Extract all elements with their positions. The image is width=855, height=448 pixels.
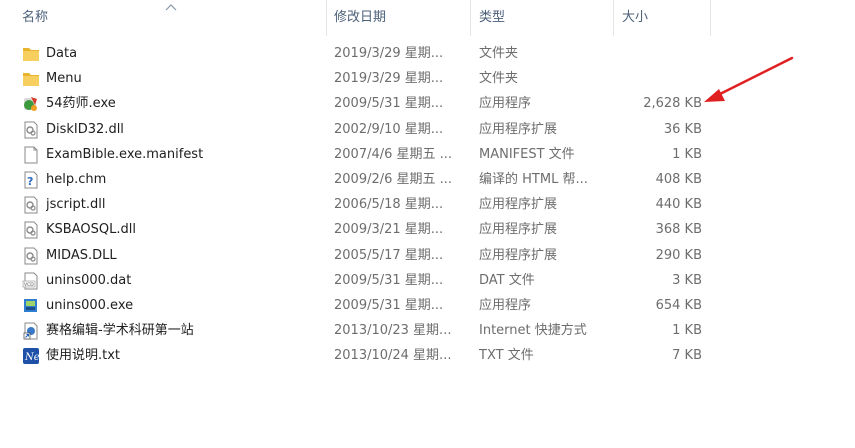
file-row[interactable]: Ne 使用说明.txt 2013/10/24 星期... TXT 文件 7 KB [0,343,855,368]
file-modified-date: 2009/2/6 星期五 ... [334,172,453,187]
file-modified-date: 2005/5/17 星期... [334,247,444,263]
file-modified-date: 2009/5/31 星期... [334,298,444,313]
svg-text:Ne: Ne [24,352,40,363]
column-divider[interactable] [710,0,711,36]
file-type: Internet 快捷方式 [479,323,587,339]
file-modified-date: 2009/5/31 星期... [334,272,444,288]
file-modified-date: 2013/10/23 星期... [334,323,452,339]
chm-help-icon: ? [22,171,40,189]
file-row[interactable]: DiskID32.dll 2002/9/10 星期... 应用程序扩展 36 KB [0,117,855,142]
file-row[interactable]: ? help.chm 2009/2/6 星期五 ... 编译的 HTML 帮... 40… [0,167,855,192]
file-name: Data [46,46,78,61]
dat-file-icon: VCD [22,272,40,290]
file-row[interactable]: ExamBible.exe.manifest 2007/4/6 星期五 ... MA… [0,142,855,167]
txt-notepad-icon: Ne [22,347,40,365]
file-size: 2,628 KB [643,96,702,112]
file-size: 3 KB [672,272,702,288]
folder-icon [22,45,40,63]
file-size: 440 KB [655,197,702,213]
column-divider[interactable] [470,0,471,36]
file-row[interactable]: Data 2019/3/29 星期... 文件夹 [0,41,855,66]
file-type: DAT 文件 [479,272,535,288]
column-header-name[interactable]: 名称 [22,0,48,36]
file-size: 7 KB [672,348,702,364]
file-type: 文件夹 [479,71,519,87]
file-modified-date: 2013/10/24 星期... [334,348,452,364]
file-name: MIDAS.DLL [46,247,117,263]
file-type: MANIFEST 文件 [479,146,575,162]
file-type: 应用程序扩展 [479,247,558,263]
file-row[interactable]: 赛格编辑-学术科研第一站 2013/10/23 星期... Internet 快捷方… [0,318,855,343]
blank-file-icon [22,146,40,164]
file-modified-date: 2002/9/10 星期... [334,121,444,137]
file-type: 应用程序 [479,96,532,112]
column-divider[interactable] [326,0,327,36]
file-size [615,66,702,91]
folder-icon [22,70,40,88]
file-modified-date: 2009/3/21 星期... [334,222,444,238]
file-name: jscript.dll [46,197,106,213]
file-name: KSBAOSQL.dll [46,222,136,238]
column-divider[interactable] [613,0,614,36]
file-row[interactable]: jscript.dll 2006/5/18 星期... 应用程序扩展 440 KB [0,192,855,217]
file-type: 文件夹 [479,46,519,61]
file-row[interactable]: KSBAOSQL.dll 2009/3/21 星期... 应用程序扩展 368 KB [0,217,855,242]
file-name: DiskID32.dll [46,121,124,137]
file-size [615,41,702,66]
file-row[interactable]: unins000.exe 2009/5/31 星期... 应用程序 654 KB [0,293,855,318]
sort-ascending-icon [165,4,177,11]
file-size: 290 KB [655,247,702,263]
dll-icon [22,221,40,239]
file-size: 1 KB [672,323,702,339]
file-modified-date: 2009/5/31 星期... [334,96,444,112]
file-name: help.chm [46,172,107,187]
file-type: TXT 文件 [479,348,534,364]
file-name: 使用说明.txt [46,348,121,364]
file-row[interactable]: MIDAS.DLL 2005/5/17 星期... 应用程序扩展 290 KB [0,243,855,268]
file-modified-date: 2007/4/6 星期五 ... [334,146,453,162]
file-size: 408 KB [655,172,702,187]
file-name: 54药师.exe [46,96,116,112]
file-name: unins000.dat [46,272,132,288]
column-header-bar: 名称 修改日期 类型 大小 [0,0,855,36]
file-type: 应用程序扩展 [479,222,558,238]
file-row[interactable]: Menu 2019/3/29 星期... 文件夹 [0,66,855,91]
internet-shortcut-icon [22,322,40,340]
file-size: 654 KB [655,298,702,313]
file-type: 应用程序 [479,298,532,313]
installer-exe-icon [22,297,40,315]
svg-text:?: ? [27,175,33,188]
file-modified-date: 2006/5/18 星期... [334,197,444,213]
file-type: 编译的 HTML 帮... [479,172,588,187]
file-name: ExamBible.exe.manifest [46,146,204,162]
column-header-size[interactable]: 大小 [622,0,648,36]
file-modified-date: 2019/3/29 星期... [334,71,444,87]
file-type: 应用程序扩展 [479,121,558,137]
file-row[interactable]: VCD unins000.dat 2009/5/31 星期... DAT 文件 3 KB [0,268,855,293]
file-row[interactable]: 54药师.exe 2009/5/31 星期... 应用程序 2,628 KB [0,91,855,116]
column-header-date[interactable]: 修改日期 [334,0,386,36]
dll-icon [22,121,40,139]
dll-icon [22,196,40,214]
file-size: 36 KB [663,121,702,137]
file-size: 1 KB [672,146,702,162]
file-modified-date: 2019/3/29 星期... [334,46,444,61]
file-name: unins000.exe [46,298,134,313]
svg-text:VCD: VCD [24,282,34,288]
dll-icon [22,247,40,265]
file-type: 应用程序扩展 [479,197,558,213]
column-header-type[interactable]: 类型 [479,0,505,36]
file-size: 368 KB [655,222,702,238]
file-name: 赛格编辑-学术科研第一站 [46,323,194,339]
app-exe-icon [22,95,40,113]
file-name: Menu [46,71,82,87]
